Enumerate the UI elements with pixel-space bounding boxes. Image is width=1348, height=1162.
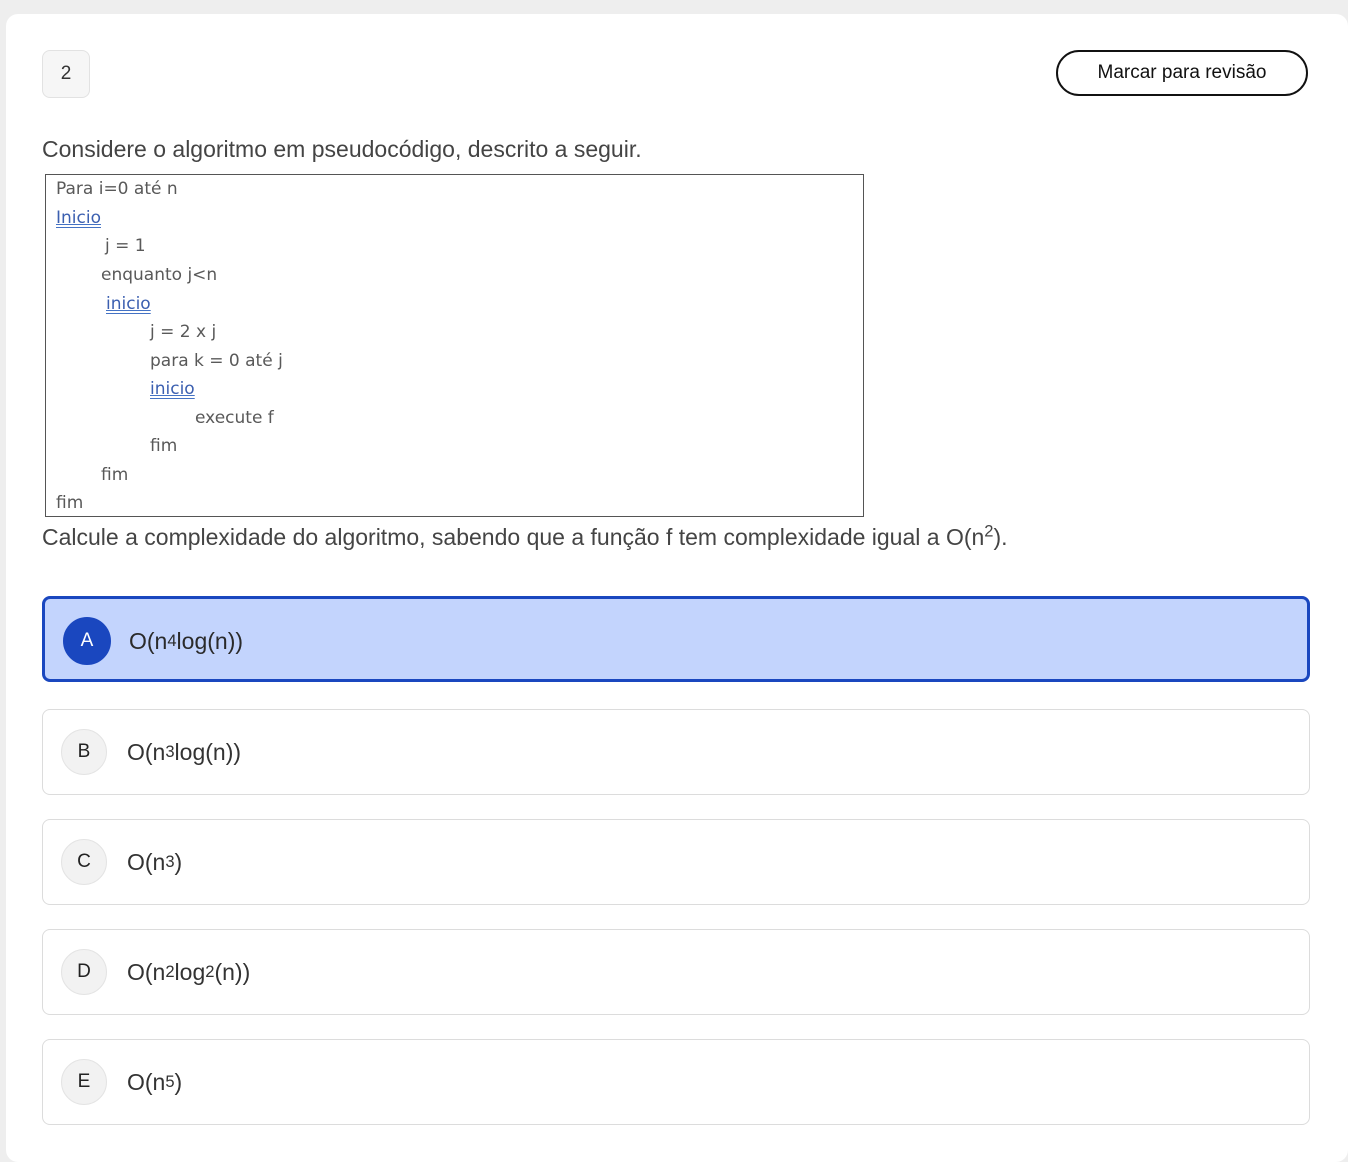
option-text-part: O(n bbox=[127, 738, 166, 765]
code-line: para k = 0 até j bbox=[150, 351, 283, 371]
code-line: fim bbox=[150, 436, 178, 456]
code-line: enquanto j<n bbox=[101, 265, 218, 285]
option-text-part: log bbox=[176, 627, 208, 654]
option-letter: D bbox=[61, 949, 107, 995]
option-text-part: ) bbox=[174, 1068, 183, 1095]
code-line: inicio bbox=[106, 294, 151, 314]
option-c[interactable]: C O(n 3) bbox=[42, 819, 1310, 905]
option-letter: E bbox=[61, 1059, 107, 1105]
code-line: j = 1 bbox=[105, 236, 146, 256]
code-line: Inicio bbox=[56, 208, 101, 228]
option-letter: C bbox=[61, 839, 107, 885]
option-text: O(n 3 log (n)) bbox=[127, 738, 242, 765]
option-text: O(n 5) bbox=[127, 1068, 183, 1095]
prompt-suffix: ). bbox=[993, 524, 1008, 550]
option-text-part: log bbox=[174, 958, 206, 985]
option-text: O(n 4 log (n)) bbox=[129, 627, 244, 654]
prompt-exponent: 2 bbox=[984, 521, 994, 541]
option-text: O(n 2 log 2 (n)) bbox=[127, 958, 251, 985]
option-a[interactable]: A O(n 4 log (n)) bbox=[42, 596, 1310, 682]
option-b[interactable]: B O(n 3 log (n)) bbox=[42, 709, 1310, 795]
code-line: Para i=0 até n bbox=[56, 179, 178, 199]
option-text-part: log bbox=[174, 738, 206, 765]
pseudocode-box: Para i=0 até n Inicio j = 1 enquanto j<n… bbox=[45, 174, 864, 517]
option-e[interactable]: E O(n 5) bbox=[42, 1039, 1310, 1125]
code-line: inicio bbox=[150, 379, 195, 399]
question-intro: Considere o algoritmo em pseudocódigo, d… bbox=[42, 136, 642, 162]
option-text-part: O(n bbox=[129, 627, 168, 654]
option-text-part: (n)) bbox=[207, 627, 244, 654]
code-line: fim bbox=[101, 465, 129, 485]
mark-for-review-button[interactable]: Marcar para revisão bbox=[1056, 50, 1308, 96]
prompt-text: Calcule a complexidade do algoritmo, sab… bbox=[42, 524, 985, 550]
code-line: execute f bbox=[195, 408, 274, 428]
option-text-part: ) bbox=[174, 848, 183, 875]
option-letter: A bbox=[63, 617, 111, 665]
option-text-part: (n)) bbox=[205, 738, 242, 765]
option-text-part: (n)) bbox=[214, 958, 251, 985]
question-number-badge: 2 bbox=[42, 50, 90, 98]
code-line: j = 2 x j bbox=[150, 322, 217, 342]
question-card: 2 Marcar para revisão Considere o algori… bbox=[6, 14, 1348, 1162]
option-letter: B bbox=[61, 729, 107, 775]
option-text-part: O(n bbox=[127, 848, 166, 875]
option-text: O(n 3) bbox=[127, 848, 183, 875]
code-line: fim bbox=[56, 493, 84, 513]
question-prompt: Calcule a complexidade do algoritmo, sab… bbox=[42, 521, 1008, 551]
option-text-part: O(n bbox=[127, 958, 166, 985]
option-text-part: O(n bbox=[127, 1068, 166, 1095]
option-d[interactable]: D O(n 2 log 2 (n)) bbox=[42, 929, 1310, 1015]
